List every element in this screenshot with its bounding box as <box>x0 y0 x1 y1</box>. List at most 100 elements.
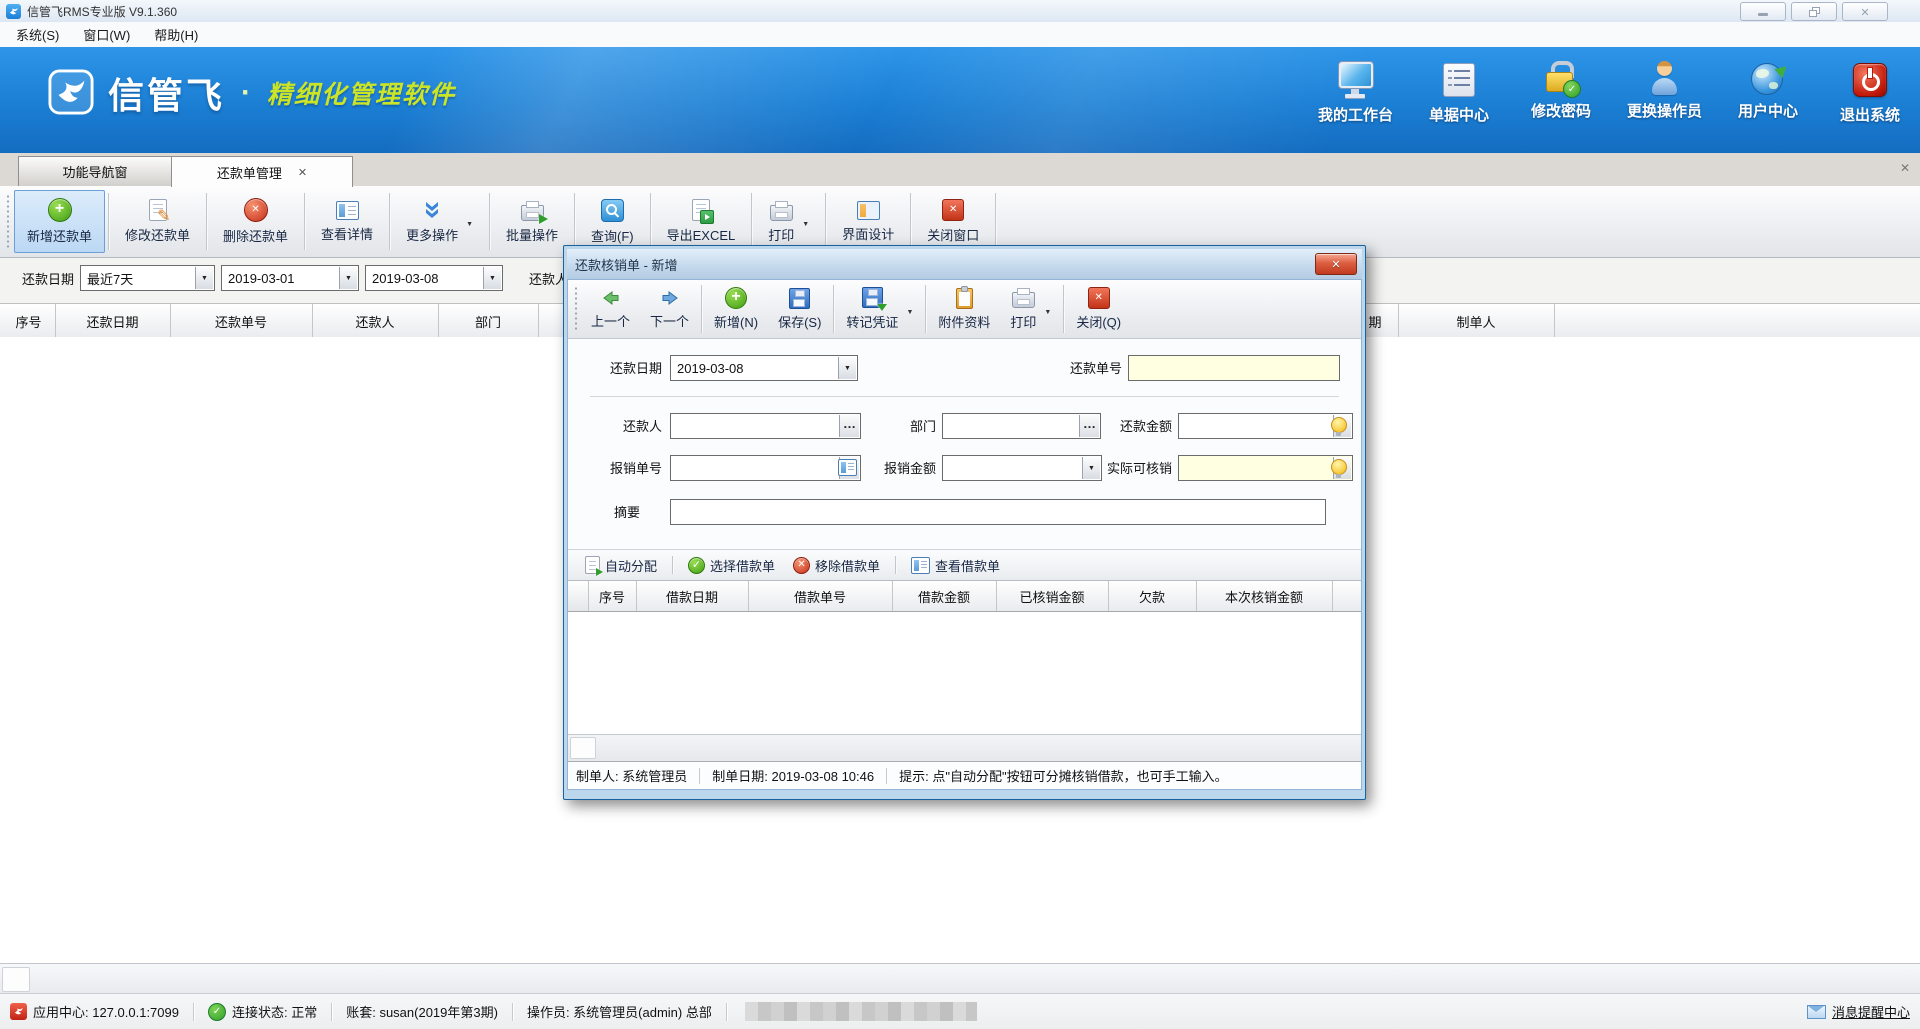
tabstrip-close-icon[interactable] <box>1900 161 1910 175</box>
dept-input[interactable] <box>942 413 1101 439</box>
dropdown-arrow-icon[interactable] <box>483 267 501 289</box>
hint-bulb-icon[interactable] <box>1331 459 1347 475</box>
scrollbar-thumb[interactable] <box>2 967 30 992</box>
column-header[interactable]: 已核销金额 <box>996 581 1109 611</box>
more-actions-button[interactable]: 更多操作 <box>393 190 486 253</box>
divider <box>895 556 896 574</box>
dialog-titlebar[interactable]: 还款核销单 - 新增 <box>567 249 1362 279</box>
dialog-add-button[interactable]: 新增(N) <box>704 282 768 336</box>
horizontal-scrollbar[interactable] <box>0 963 1920 994</box>
column-header[interactable]: 还款日期 <box>55 304 171 338</box>
banner-action-change-operator[interactable]: 更换操作员 <box>1627 61 1702 125</box>
repay-date-value: 2019-03-08 <box>677 361 744 376</box>
date-to-select[interactable]: 2019-03-08 <box>365 265 503 291</box>
dialog-statusbar: 制单人: 系统管理员 制单日期: 2019-03-08 10:46 提示: 点"… <box>568 761 1361 789</box>
summary-input[interactable] <box>670 499 1326 525</box>
column-header[interactable]: 借款单号 <box>748 581 893 611</box>
export-excel-button[interactable]: 导出EXCEL <box>654 190 749 253</box>
remove-loan-button[interactable]: 移除借款单 <box>786 553 887 578</box>
date-preset-select[interactable]: 最近7天 <box>80 265 215 291</box>
minimize-button[interactable] <box>1740 2 1786 21</box>
column-header[interactable]: 借款日期 <box>636 581 749 611</box>
expense-amount-select[interactable] <box>942 455 1102 481</box>
remove-loan-icon <box>793 557 810 574</box>
banner-action-label: 单据中心 <box>1429 104 1489 125</box>
column-header[interactable]: 序号 <box>588 581 637 611</box>
tab-navigation[interactable]: 功能导航窗 <box>18 156 172 186</box>
column-header[interactable]: 部门 <box>438 304 539 338</box>
repay-no-input[interactable] <box>1128 355 1340 381</box>
column-header[interactable]: 还款单号 <box>170 304 313 338</box>
view-details-button[interactable]: 查看详情 <box>308 190 386 253</box>
menu-help[interactable]: 帮助(H) <box>142 23 210 46</box>
close-button[interactable] <box>1842 2 1888 21</box>
add-repayment-button[interactable]: 新增还款单 <box>14 190 105 253</box>
batch-actions-button[interactable]: 批量操作 <box>493 190 571 253</box>
previous-button[interactable]: 上一个 <box>581 282 640 336</box>
add-icon <box>725 287 747 309</box>
dialog-print-button[interactable]: 打印 <box>1000 282 1061 336</box>
hint-bulb-icon[interactable] <box>1331 417 1347 433</box>
attachment-button[interactable]: 附件资料 <box>928 282 1000 336</box>
dialog-close-q-button[interactable]: 关闭(Q) <box>1066 282 1131 336</box>
close-window-icon <box>942 199 964 221</box>
brand-slogan: 精细化管理软件 <box>267 75 456 111</box>
loan-grid-scrollbar[interactable] <box>568 734 1361 761</box>
brand-block: 信管飞 · 精细化管理软件 <box>48 67 456 119</box>
scrollbar-thumb[interactable] <box>570 737 596 759</box>
dropdown-arrow-icon[interactable] <box>838 357 856 379</box>
loan-grid-body[interactable] <box>568 612 1361 734</box>
ui-design-icon <box>857 201 880 220</box>
payer-input[interactable] <box>670 413 861 439</box>
delete-repayment-button[interactable]: 删除还款单 <box>210 190 301 253</box>
ui-design-button[interactable]: 界面设计 <box>829 190 907 253</box>
close-window-button[interactable]: 关闭窗口 <box>914 190 992 253</box>
column-header[interactable]: 欠款 <box>1108 581 1197 611</box>
button-label: 下一个 <box>650 311 689 330</box>
column-header[interactable]: 借款金额 <box>892 581 997 611</box>
column-header[interactable]: 本次核销金额 <box>1196 581 1333 611</box>
repay-amount-select[interactable] <box>1178 413 1353 439</box>
next-button[interactable]: 下一个 <box>640 282 699 336</box>
expense-detail-icon[interactable] <box>838 459 857 476</box>
search-button[interactable]: 查询(F) <box>578 190 647 253</box>
column-header[interactable]: 还款人 <box>312 304 439 338</box>
export-excel-icon <box>692 199 710 221</box>
restore-button[interactable] <box>1791 2 1837 21</box>
print-button[interactable]: 打印 <box>755 190 822 253</box>
tab-repayment-management[interactable]: 还款单管理 <box>171 156 353 187</box>
expense-no-input[interactable] <box>670 455 861 481</box>
next-icon <box>660 288 680 308</box>
tab-close-icon[interactable] <box>298 166 307 179</box>
banner-action-workspace[interactable]: 我的工作台 <box>1318 61 1393 125</box>
lookup-ellipsis-button[interactable] <box>839 415 859 437</box>
view-loan-button[interactable]: 查看借款单 <box>904 553 1007 578</box>
menu-window[interactable]: 窗口(W) <box>71 23 142 46</box>
connection-status: 连接状态: 正常 <box>208 1002 317 1021</box>
operator-text: 操作员: 系统管理员(admin) 总部 <box>527 1002 712 1021</box>
button-label: 自动分配 <box>605 556 657 575</box>
select-loan-button[interactable]: 选择借款单 <box>681 553 782 578</box>
writeoff-label: 实际可核销 <box>1086 455 1172 480</box>
writeoff-select[interactable] <box>1178 455 1353 481</box>
banner-action-document-center[interactable]: 单据中心 <box>1423 61 1495 125</box>
auto-assign-button[interactable]: 自动分配 <box>578 553 664 578</box>
message-center-link[interactable]: 消息提醒中心 <box>1807 1002 1910 1021</box>
voucher-button[interactable]: 转记凭证 <box>836 282 923 336</box>
banner-action-user-center[interactable]: 用户中心 <box>1732 61 1804 125</box>
dialog-close-button[interactable] <box>1315 253 1357 275</box>
dropdown-arrow-icon[interactable] <box>339 267 357 289</box>
banner-action-change-password[interactable]: 修改密码 <box>1525 61 1597 125</box>
menu-system[interactable]: 系统(S) <box>4 23 71 46</box>
button-label: 保存(S) <box>778 312 821 331</box>
repay-no-label: 还款单号 <box>1036 355 1122 380</box>
edit-repayment-button[interactable]: 修改还款单 <box>112 190 203 253</box>
dialog-save-button[interactable]: 保存(S) <box>768 282 831 336</box>
connection-ok-icon <box>208 1003 226 1021</box>
column-header[interactable]: 序号 <box>2 304 56 338</box>
dropdown-arrow-icon[interactable] <box>195 267 213 289</box>
banner-action-exit-system[interactable]: 退出系统 <box>1834 61 1906 125</box>
repay-date-select[interactable]: 2019-03-08 <box>670 355 858 381</box>
column-header[interactable]: 制单人 <box>1398 304 1555 338</box>
date-from-select[interactable]: 2019-03-01 <box>221 265 359 291</box>
